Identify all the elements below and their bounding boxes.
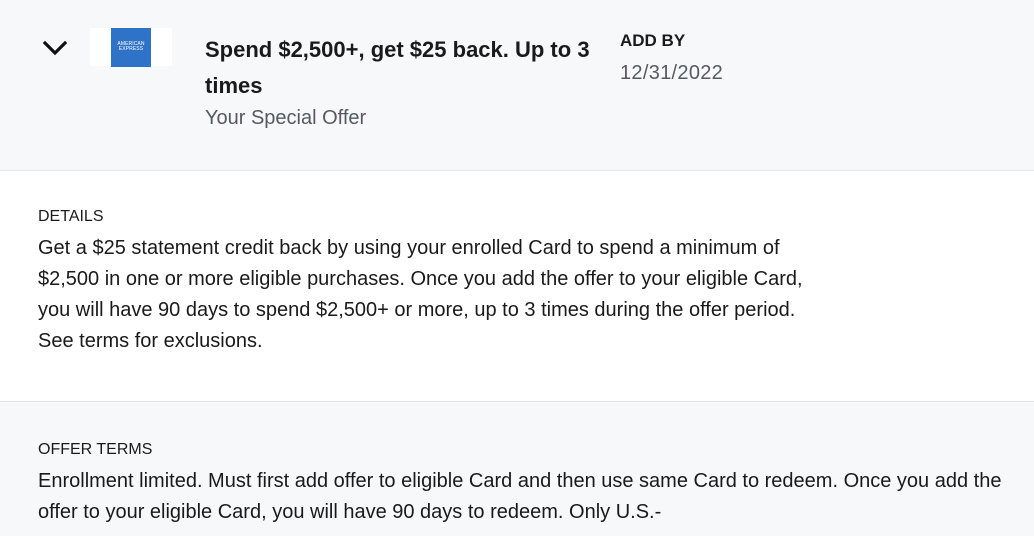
details-text: Get a $25 statement credit back by using… — [38, 237, 803, 352]
offer-terms-text: Enrollment limited. Must first add offer… — [38, 470, 1002, 523]
add-by-label: ADD BY — [620, 31, 686, 50]
offer-subtitle: Your Special Offer — [205, 107, 367, 129]
add-by-date: 12/31/2022 — [620, 62, 724, 84]
details-heading: DETAILS — [38, 208, 104, 225]
logo-text-line2: EXPRESS — [118, 46, 144, 52]
amex-logo: AMERICAN EXPRESS — [111, 27, 151, 67]
offer-title: Spend $2,500+, get $25 back. Up to 3 tim… — [205, 37, 590, 98]
merchant-logo-container: AMERICAN EXPRESS — [90, 27, 172, 67]
details-section: DETAILS Get a $25 statement credit back … — [0, 171, 1034, 402]
offer-header[interactable]: AMERICAN EXPRESS Spend $2,500+, get $25 … — [0, 0, 1034, 171]
offer-terms-section: OFFER TERMS Enrollment limited. Must fir… — [0, 402, 1034, 536]
collapse-toggle-button[interactable] — [38, 34, 72, 62]
offer-terms-heading: OFFER TERMS — [38, 441, 153, 458]
chevron-down-icon — [42, 40, 68, 56]
